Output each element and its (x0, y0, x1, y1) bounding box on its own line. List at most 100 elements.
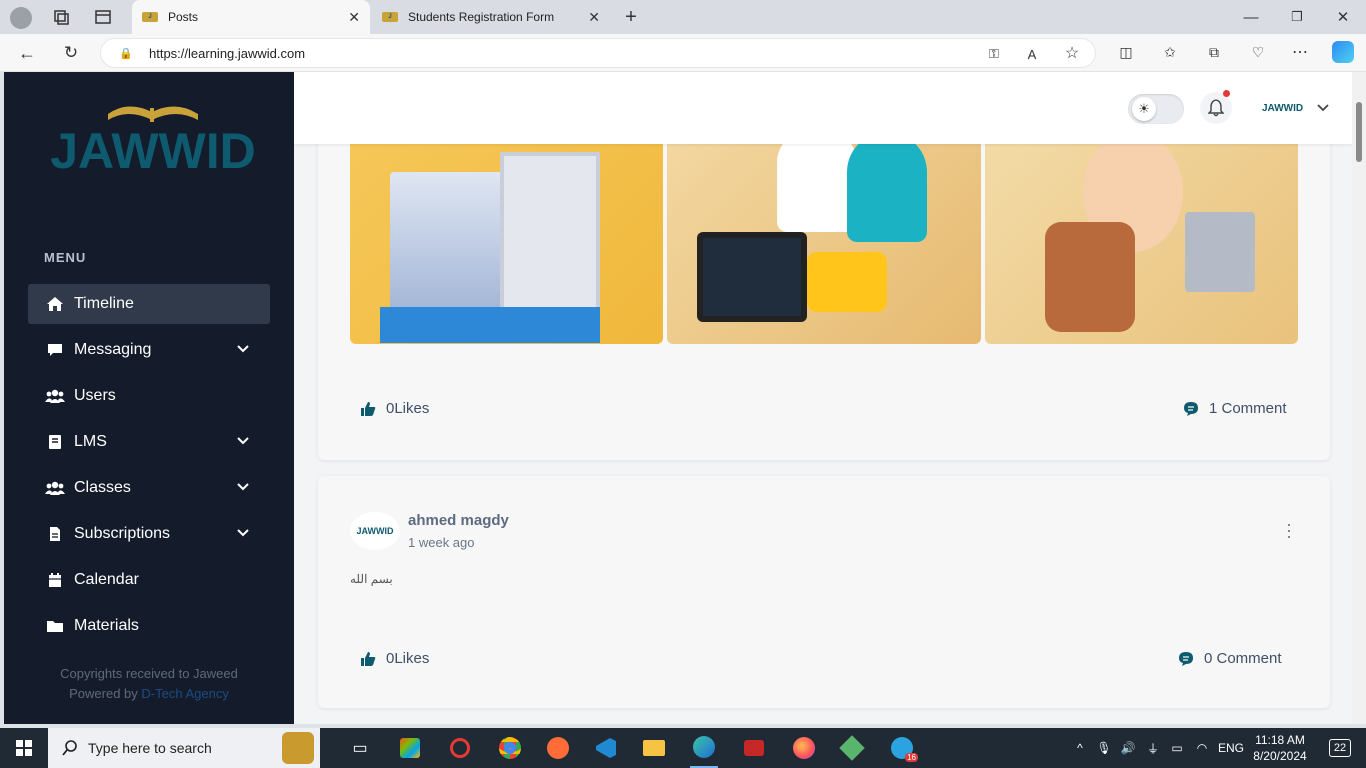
chevron-down-icon (237, 529, 249, 537)
main-content: ☀ JAWWID 0Likes 1 Comment JAWWID ahmed m… (294, 72, 1352, 724)
profile-icon[interactable] (10, 7, 32, 29)
battery-icon[interactable]: ▭ (1168, 728, 1186, 768)
theme-toggle[interactable]: ☀ (1128, 94, 1184, 124)
restore-icon[interactable]: ❐ (1286, 6, 1308, 28)
tray-chevron-icon[interactable]: ^ (1072, 728, 1088, 768)
like-button[interactable]: 0Likes (360, 650, 429, 667)
windows-start-icon[interactable] (0, 728, 48, 768)
like-button[interactable]: 0Likes (360, 400, 429, 417)
tab-title: Posts (168, 10, 199, 24)
new-tab-icon[interactable]: + (620, 6, 642, 28)
scrollbar-thumb[interactable] (1356, 102, 1362, 162)
close-tab-icon[interactable]: ✕ (588, 9, 600, 26)
profile-avatar[interactable]: JAWWID (1262, 98, 1304, 118)
file-explorer-icon[interactable] (640, 728, 668, 768)
workspaces-icon[interactable] (52, 8, 70, 26)
notification-center-icon[interactable]: 22 (1326, 728, 1354, 768)
document-icon (44, 526, 66, 542)
taskbar-search[interactable]: Type here to search (48, 728, 320, 768)
users-icon (44, 388, 66, 404)
tab-actions-icon[interactable] (94, 8, 112, 26)
comment-icon (1179, 651, 1193, 666)
post-body: بسم الله (350, 572, 393, 586)
sidebar-item-label: Materials (74, 617, 139, 634)
minimize-icon[interactable]: — (1240, 6, 1262, 28)
home-icon (44, 296, 66, 312)
url-bar[interactable]: 🔒 https://learning.jawwid.com ⚿ A ☆ (100, 38, 1096, 68)
sidebar-item-subscriptions[interactable]: Subscriptions (28, 514, 270, 554)
window-close-icon[interactable]: ✕ (1332, 6, 1354, 28)
agency-link[interactable]: D-Tech Agency (141, 686, 228, 701)
sidebar-item-classes[interactable]: Classes (28, 468, 270, 508)
tab-registration[interactable]: J Students Registration Form ✕ (372, 0, 610, 34)
favorites-icon[interactable]: ✩ (1160, 42, 1180, 62)
store-icon[interactable] (396, 728, 424, 768)
tab-posts[interactable]: J Posts ✕ (132, 0, 370, 34)
browser-essentials-icon[interactable]: ♡ (1248, 42, 1268, 62)
sidebar-item-calendar[interactable]: Calendar (28, 560, 270, 600)
jawwid-favicon-icon: J (142, 12, 158, 22)
post-card: JAWWID ahmed magdy 1 week ago ⋯ بسم الله… (318, 476, 1330, 708)
notifications-button[interactable] (1200, 90, 1232, 124)
clock[interactable]: 11:18 AM 8/20/2024 (1252, 728, 1308, 768)
calendar-icon (44, 572, 66, 588)
more-options-icon[interactable]: ⋯ (1278, 522, 1300, 540)
sidebar: JAWWID MENU Timeline Messaging Users LMS… (4, 72, 294, 724)
git-tool-icon[interactable] (838, 728, 866, 768)
post-card: 0Likes 1 Comment (318, 112, 1330, 460)
logo-text: JAWWID (50, 123, 256, 178)
power-plug-icon[interactable]: ⏚ (1144, 728, 1162, 768)
sidebar-item-label: Timeline (74, 295, 134, 312)
wifi-icon[interactable]: ◠ (1194, 728, 1210, 768)
close-tab-icon[interactable]: ✕ (348, 9, 360, 26)
folder-icon (44, 619, 66, 633)
search-icon (62, 740, 77, 756)
comments-count: 0 Comment (1204, 650, 1282, 667)
sidebar-item-users[interactable]: Users (28, 376, 270, 416)
menu-heading: MENU (44, 250, 87, 265)
refresh-icon[interactable]: ↻ (60, 42, 82, 64)
sidebar-item-label: LMS (74, 433, 107, 450)
chevron-down-icon[interactable] (1316, 101, 1330, 115)
sidebar-item-label: Classes (74, 479, 131, 496)
recorder-icon[interactable] (740, 728, 768, 768)
favorite-star-icon[interactable]: ☆ (1063, 44, 1081, 62)
post-image[interactable] (667, 112, 981, 344)
comment-button[interactable]: 0 Comment (1178, 650, 1282, 667)
edge-icon[interactable] (690, 728, 718, 768)
chrome-icon[interactable] (496, 728, 524, 768)
app-red-icon[interactable] (446, 728, 474, 768)
jawwid-favicon-icon: J (382, 12, 398, 22)
scrollbar[interactable] (1352, 72, 1366, 724)
sidebar-item-lms[interactable]: LMS (28, 422, 270, 462)
sidebar-item-label: Messaging (74, 341, 152, 358)
firefox-icon[interactable] (790, 728, 818, 768)
address-toolbar: ← ↻ 🔒 https://learning.jawwid.com ⚿ A ☆ … (0, 34, 1366, 72)
volume-icon[interactable]: 🔊 (1120, 728, 1136, 768)
split-screen-icon[interactable]: ◫ (1116, 42, 1136, 62)
more-options-icon[interactable]: ⋯ (1290, 42, 1310, 62)
sidebar-item-timeline[interactable]: Timeline (28, 284, 270, 324)
author-avatar[interactable]: JAWWID (350, 512, 400, 550)
post-image[interactable] (350, 112, 663, 344)
microphone-icon[interactable]: 🎙 (1096, 728, 1112, 768)
key-icon[interactable]: ⚿ (985, 45, 1003, 63)
likes-count: 0Likes (386, 650, 430, 667)
back-icon[interactable]: ← (16, 42, 38, 64)
task-view-icon[interactable]: ▭ (344, 728, 376, 768)
copilot-icon[interactable] (1332, 41, 1354, 63)
notification-dot (1223, 90, 1230, 97)
sidebar-item-materials[interactable]: Materials (28, 606, 270, 646)
vscode-icon[interactable] (592, 728, 620, 768)
browser-tab-strip: J Posts ✕ J Students Registration Form ✕… (0, 0, 1366, 34)
comment-button[interactable]: 1 Comment (1183, 400, 1287, 417)
sidebar-item-messaging[interactable]: Messaging (28, 330, 270, 370)
post-author[interactable]: ahmed magdy (408, 512, 509, 529)
read-aloud-icon[interactable]: A (1023, 45, 1041, 63)
collections-icon[interactable]: ⧉ (1204, 42, 1224, 62)
telegram-icon[interactable]: 16 (888, 728, 918, 768)
post-image[interactable] (985, 112, 1298, 344)
lock-icon[interactable]: 🔒 (119, 46, 133, 60)
postman-icon[interactable] (544, 728, 572, 768)
language-indicator[interactable]: ENG (1216, 728, 1246, 768)
